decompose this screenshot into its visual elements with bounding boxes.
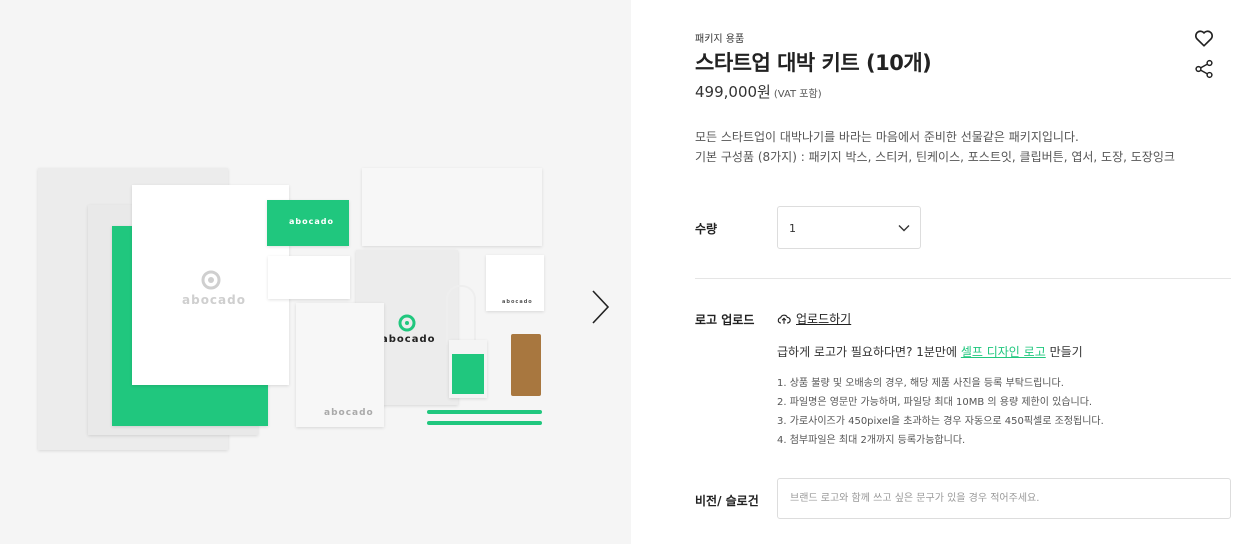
- self-design-logo-link[interactable]: 셀프 디자인 로고: [961, 345, 1046, 359]
- product-description: 모든 스타트업이 대박나기를 바라는 마음에서 준비한 선물같은 패키지입니다.…: [695, 127, 1175, 167]
- upload-note: 4. 첨부파일은 최대 2개까지 등록가능합니다.: [777, 435, 966, 446]
- quantity-value: 1: [789, 222, 796, 235]
- upload-note: 2. 파일명은 영문만 가능하며, 파일당 최대 10MB 의 용량 제한이 있…: [777, 397, 1093, 408]
- quick-logo-message: 급하게 로고가 필요하다면? 1분만에 셀프 디자인 로고 만들기: [777, 343, 1083, 360]
- cloud-upload-icon: [777, 314, 791, 324]
- vat-note: (VAT 포함): [773, 89, 822, 100]
- product-image-gallery: abocado abocado abocado abocado abocado: [0, 0, 631, 544]
- product-category: 패키지 용품: [695, 34, 745, 45]
- upload-note: 1. 상품 불량 및 오배송의 경우, 해당 제품 사진을 등록 부탁드립니다.: [777, 378, 1064, 389]
- upload-notes: 1. 상품 불량 및 오배송의 경우, 해당 제품 사진을 등록 부탁드립니다.…: [777, 374, 1104, 450]
- wishlist-button[interactable]: [1193, 27, 1215, 49]
- chevron-down-icon: [898, 225, 910, 232]
- product-info-panel: 패키지 용품 스타트업 대박 키트 (10개) 499,000원 (VAT 포함)…: [695, 0, 1231, 544]
- product-price: 499,000원 (VAT 포함): [695, 81, 822, 102]
- quick-logo-suffix: 만들기: [1045, 345, 1083, 359]
- description-line: 기본 구성품 (8가지) : 패키지 박스, 스티커, 틴케이스, 포스트잇, …: [695, 150, 1175, 164]
- upload-button[interactable]: 업로드하기: [777, 310, 851, 327]
- section-divider: [695, 278, 1231, 279]
- description-line: 모든 스타트업이 대박나기를 바라는 마음에서 준비한 선물같은 패키지입니다.: [695, 130, 1079, 144]
- vision-slogan-input[interactable]: [777, 478, 1231, 519]
- price-amount: 499,000원: [695, 83, 771, 101]
- upload-note: 3. 가로사이즈가 450pixel을 초과하는 경우 자동으로 450픽셀로 …: [777, 416, 1104, 427]
- next-image-button[interactable]: [586, 287, 616, 327]
- quick-logo-prefix: 급하게 로고가 필요하다면? 1분만에: [777, 345, 961, 359]
- product-title: 스타트업 대박 키트 (10개): [695, 51, 932, 75]
- upload-button-label: 업로드하기: [796, 312, 852, 326]
- chevron-right-icon: [592, 290, 610, 324]
- quantity-label: 수량: [695, 222, 718, 236]
- logo-upload-label: 로고 업로드: [695, 313, 755, 327]
- share-button[interactable]: [1193, 58, 1215, 80]
- vision-slogan-label: 비전/ 슬로건: [695, 494, 759, 508]
- share-icon: [1195, 59, 1213, 79]
- quantity-select[interactable]: 1: [777, 206, 921, 249]
- heart-icon: [1195, 30, 1213, 47]
- product-image: abocado abocado abocado abocado abocado: [0, 0, 631, 544]
